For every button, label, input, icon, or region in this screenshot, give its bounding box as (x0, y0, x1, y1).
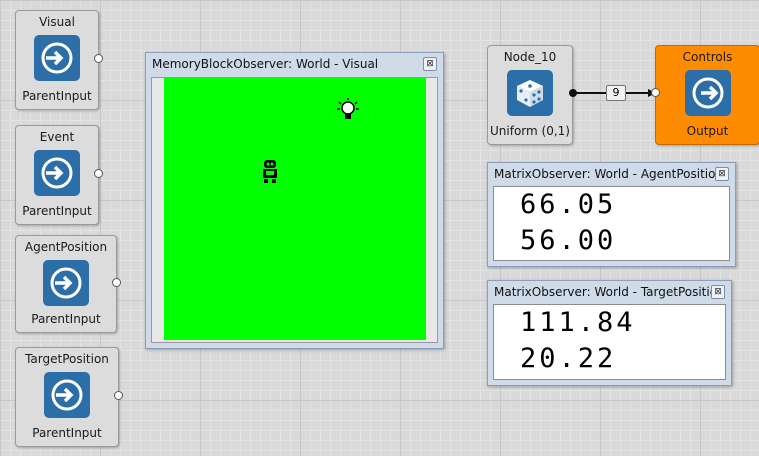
node-subtitle: Output (686, 124, 729, 138)
node-targetposition-input[interactable]: TargetPosition ParentInput (15, 347, 123, 447)
output-port[interactable] (112, 278, 121, 287)
node-subtitle: ParentInput (32, 426, 102, 440)
node-10-random[interactable]: Node_10 Uniform (0,1) (487, 45, 573, 145)
node-subtitle: ParentInput (31, 312, 101, 326)
close-icon[interactable]: ⊠ (423, 57, 437, 71)
window-title: MatrixObserver: World - TargetPosition (494, 285, 725, 299)
close-icon[interactable]: ⊠ (715, 167, 729, 181)
world-view (164, 78, 426, 340)
node-controls-output[interactable]: Controls Output (651, 45, 759, 145)
agent-position-window[interactable]: MatrixObserver: World - AgentPosition ⊠ … (487, 162, 736, 267)
matrix-value: 66.05 (520, 189, 617, 220)
node-title: AgentPosition (24, 240, 108, 254)
window-titlebar[interactable]: MatrixObserver: World - TargetPosition ⊠ (488, 281, 731, 303)
dice-icon (507, 70, 553, 116)
target-position-window[interactable]: MatrixObserver: World - TargetPosition ⊠… (487, 280, 732, 386)
matrix-values: 66.05 56.00 (493, 186, 730, 261)
matrix-value: 20.22 (520, 343, 617, 374)
node-visual-input[interactable]: Visual ParentInput (15, 10, 103, 110)
matrix-value: 56.00 (520, 225, 617, 256)
node-subtitle: ParentInput (22, 89, 92, 103)
node-title: Event (39, 130, 75, 144)
node-subtitle: ParentInput (22, 204, 92, 218)
lightbulb-target-icon (337, 98, 359, 119)
edge-label: 9 (606, 85, 626, 101)
robot-agent-icon (263, 160, 277, 183)
output-arrow-icon (684, 70, 731, 116)
window-title: MemoryBlockObserver: World - Visual (152, 57, 379, 71)
matrix-values: 111.84 20.22 (493, 304, 726, 380)
parent-input-icon (44, 372, 90, 418)
parent-input-icon (43, 260, 89, 306)
window-title: MatrixObserver: World - AgentPosition (494, 167, 724, 181)
node-agentposition-input[interactable]: AgentPosition ParentInput (15, 235, 121, 333)
node-subtitle: Uniform (0,1) (490, 124, 570, 138)
node-event-input[interactable]: Event ParentInput (15, 125, 103, 225)
visual-panel (151, 77, 438, 343)
parent-input-icon (34, 150, 80, 196)
visual-observer-window[interactable]: MemoryBlockObserver: World - Visual ⊠ (145, 52, 444, 349)
output-port[interactable] (94, 169, 103, 178)
close-icon[interactable]: ⊠ (711, 285, 725, 299)
window-titlebar[interactable]: MatrixObserver: World - AgentPosition ⊠ (488, 163, 735, 185)
input-port[interactable] (651, 88, 660, 97)
node-title: Node_10 (503, 50, 557, 64)
window-titlebar[interactable]: MemoryBlockObserver: World - Visual ⊠ (146, 53, 443, 75)
output-port[interactable] (94, 54, 103, 63)
workspace-canvas[interactable]: Visual ParentInput Event ParentInput Age… (0, 0, 759, 456)
node-title: TargetPosition (25, 352, 109, 366)
matrix-value: 111.84 (520, 307, 636, 338)
output-port[interactable] (114, 391, 123, 400)
parent-input-icon (34, 35, 80, 81)
node-title: Controls (682, 50, 733, 64)
node-title: Visual (39, 15, 75, 29)
